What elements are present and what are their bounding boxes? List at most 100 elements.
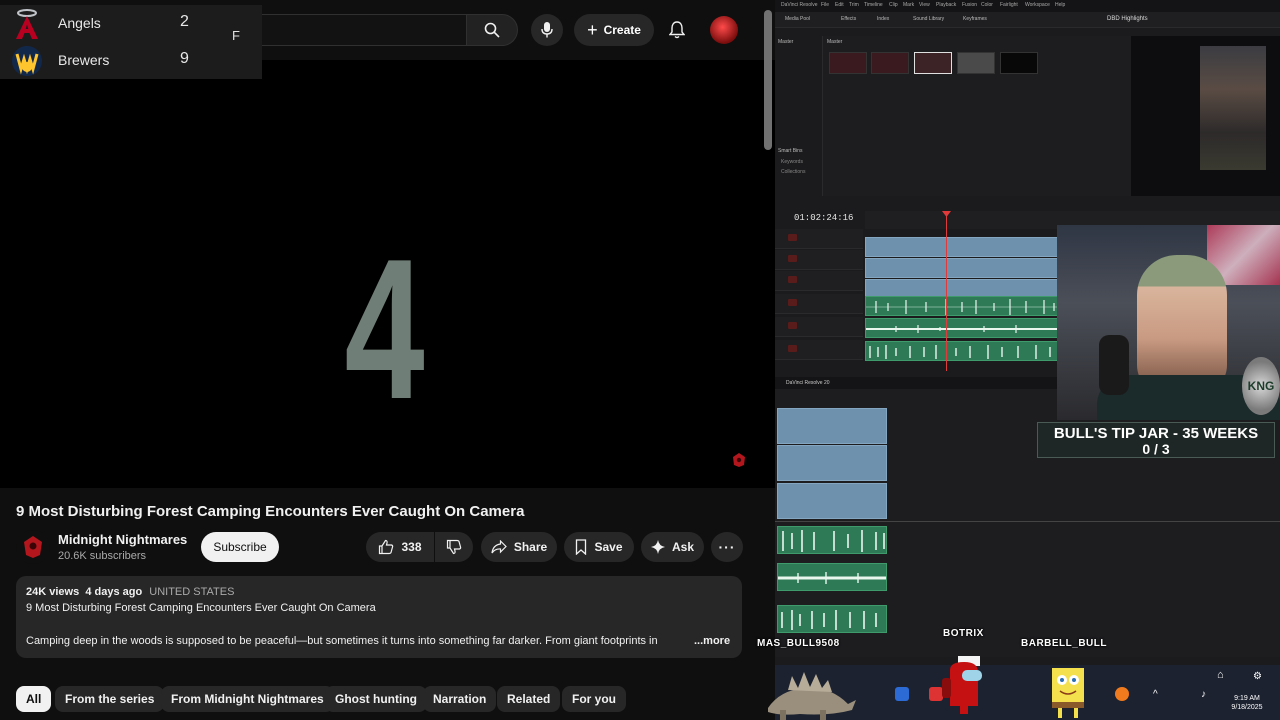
menu-item[interactable]: Mark xyxy=(903,2,914,8)
plus-icon: + xyxy=(587,20,598,40)
chip-ghost-hunting[interactable]: Ghost hunting xyxy=(325,686,427,712)
menu-item[interactable]: File xyxy=(821,2,829,8)
menu-item[interactable]: Fairlight xyxy=(1000,2,1018,8)
description-box[interactable]: 24K views 4 days ago UNITED STATES 9 Mos… xyxy=(16,576,742,658)
bookmark-icon xyxy=(576,539,587,555)
channel-name[interactable]: Midnight Nightmares xyxy=(58,532,187,547)
chip-for-you[interactable]: For you xyxy=(562,686,626,712)
app-icon[interactable] xyxy=(1115,687,1129,701)
scoreboard-card[interactable]: Angels 2 Brewers 9 F xyxy=(0,5,262,79)
menu-item[interactable]: Color xyxy=(981,2,993,8)
video-player[interactable]: 4 xyxy=(0,60,775,488)
toolbar-sound-library[interactable]: Sound Library xyxy=(913,16,944,22)
sparkle-icon xyxy=(650,540,665,554)
media-thumbnail[interactable] xyxy=(957,52,995,74)
toolbar-index[interactable]: Index xyxy=(877,16,889,22)
page-scrollbar[interactable] xyxy=(764,10,772,150)
bin-item[interactable]: Keywords xyxy=(781,159,803,165)
share-button[interactable]: Share xyxy=(481,532,557,562)
home-icon[interactable]: ⌂ xyxy=(1217,669,1224,681)
search-button[interactable] xyxy=(466,14,518,46)
menu-item[interactable]: Edit xyxy=(835,2,844,8)
bell-icon xyxy=(669,21,685,39)
resolve-menubar: DaVinci Resolve File Edit Trim Timeline … xyxy=(775,0,1280,12)
notifications-button[interactable] xyxy=(664,16,690,44)
menu-item[interactable]: Playback xyxy=(936,2,956,8)
microphone-icon xyxy=(1099,335,1129,395)
timeline-video-clip[interactable] xyxy=(777,445,887,481)
dislike-button[interactable] xyxy=(435,532,473,562)
timeline-video-clip[interactable] xyxy=(777,483,887,519)
media-thumbnail[interactable] xyxy=(829,52,867,74)
search-input[interactable] xyxy=(250,14,466,46)
tray-chevron-icon[interactable]: ^ xyxy=(1153,689,1158,700)
viewer-webcam-preview xyxy=(1200,46,1266,170)
media-thumbnail[interactable] xyxy=(914,52,952,74)
subscribe-button[interactable]: Subscribe xyxy=(201,532,279,562)
track-header-a2[interactable] xyxy=(775,317,863,337)
ask-button[interactable]: Ask xyxy=(641,532,704,562)
timeline-video-clip[interactable] xyxy=(777,408,887,444)
chip-narration[interactable]: Narration xyxy=(423,686,497,712)
create-button[interactable]: + Create xyxy=(574,14,654,46)
like-button[interactable]: 338 xyxy=(366,532,434,562)
track-header-v1[interactable] xyxy=(775,271,863,291)
taskbar-clock[interactable]: 9:19 AM 9/18/2025 xyxy=(1221,694,1273,712)
channel-avatar[interactable] xyxy=(16,530,50,564)
track-header-v3[interactable] xyxy=(775,229,863,249)
chip-from-the-series[interactable]: From the series xyxy=(55,686,165,712)
bin-item[interactable]: Collections xyxy=(781,169,805,175)
timeline-video-clip[interactable] xyxy=(865,258,1060,278)
timeline-playhead[interactable] xyxy=(946,211,947,371)
timeline-audio-clip[interactable] xyxy=(777,526,887,554)
audio-waveform xyxy=(782,530,885,552)
timeline-video-clip[interactable] xyxy=(865,237,1060,257)
tip-jar-count: 0 / 3 xyxy=(1142,441,1170,457)
timeline-audio-clip[interactable] xyxy=(777,605,887,633)
menu-item[interactable]: Timeline xyxy=(864,2,883,8)
chip-from-midnight-nightmares[interactable]: From Midnight Nightmares xyxy=(161,686,334,712)
timeline-audio-clip[interactable] xyxy=(777,563,887,591)
more-actions-button[interactable]: ··· xyxy=(711,532,743,562)
track-header-a1[interactable] xyxy=(775,294,863,314)
app-icon[interactable] xyxy=(895,687,909,701)
menu-item[interactable]: Help xyxy=(1055,2,1065,8)
track-header-v2[interactable] xyxy=(775,250,863,270)
menu-item[interactable]: DaVinci Resolve xyxy=(781,2,818,8)
menu-item[interactable]: Clip xyxy=(889,2,898,8)
track-header-a3[interactable] xyxy=(775,340,863,360)
timeline-audio-clip[interactable] xyxy=(865,341,1060,361)
channel-watermark-icon[interactable] xyxy=(731,452,747,468)
tip-jar-title: BULL'S TIP JAR - 35 WEEKS xyxy=(1053,425,1259,442)
countdown-number: 4 xyxy=(344,218,425,441)
volume-icon[interactable]: ♪ xyxy=(1201,689,1206,700)
description-meta: 24K views 4 days ago UNITED STATES xyxy=(26,586,234,598)
menu-item[interactable]: Fusion xyxy=(962,2,977,8)
account-avatar[interactable] xyxy=(710,16,738,44)
bin-item[interactable]: Master xyxy=(778,39,793,45)
chatter-name: BARBELL_BULL xyxy=(1021,638,1107,649)
audio-waveform xyxy=(866,325,1059,333)
chip-related[interactable]: Related xyxy=(497,686,561,712)
save-button[interactable]: Save xyxy=(564,532,634,562)
youtube-pane: + Create Angels 2 Brewers 9 F 4 9 Most D… xyxy=(0,0,775,720)
ask-label: Ask xyxy=(671,540,694,554)
like-count: 338 xyxy=(401,540,422,554)
media-thumbnail[interactable] xyxy=(871,52,909,74)
menu-item[interactable]: View xyxy=(919,2,930,8)
timeline-audio-clip[interactable] xyxy=(865,318,1060,338)
menu-item[interactable]: Workspace xyxy=(1025,2,1050,8)
timeline-audio-clip[interactable] xyxy=(865,296,1060,316)
settings-gear-icon[interactable]: ⚙ xyxy=(1253,671,1262,682)
description-more-link[interactable]: ...more xyxy=(692,635,731,647)
panel-divider xyxy=(775,521,1280,522)
chip-all[interactable]: All xyxy=(16,686,52,712)
media-thumbnail[interactable] xyxy=(1000,52,1038,74)
bin-list: Master Smart Bins Keywords Collections xyxy=(775,36,823,196)
toolbar-keyframes[interactable]: Keyframes xyxy=(963,16,987,22)
menu-item[interactable]: Trim xyxy=(849,2,859,8)
bin-item[interactable]: Smart Bins xyxy=(778,148,802,154)
voice-search-button[interactable] xyxy=(531,14,563,46)
toolbar-media-pool[interactable]: Media Pool xyxy=(785,16,810,22)
toolbar-effects[interactable]: Effects xyxy=(841,16,856,22)
